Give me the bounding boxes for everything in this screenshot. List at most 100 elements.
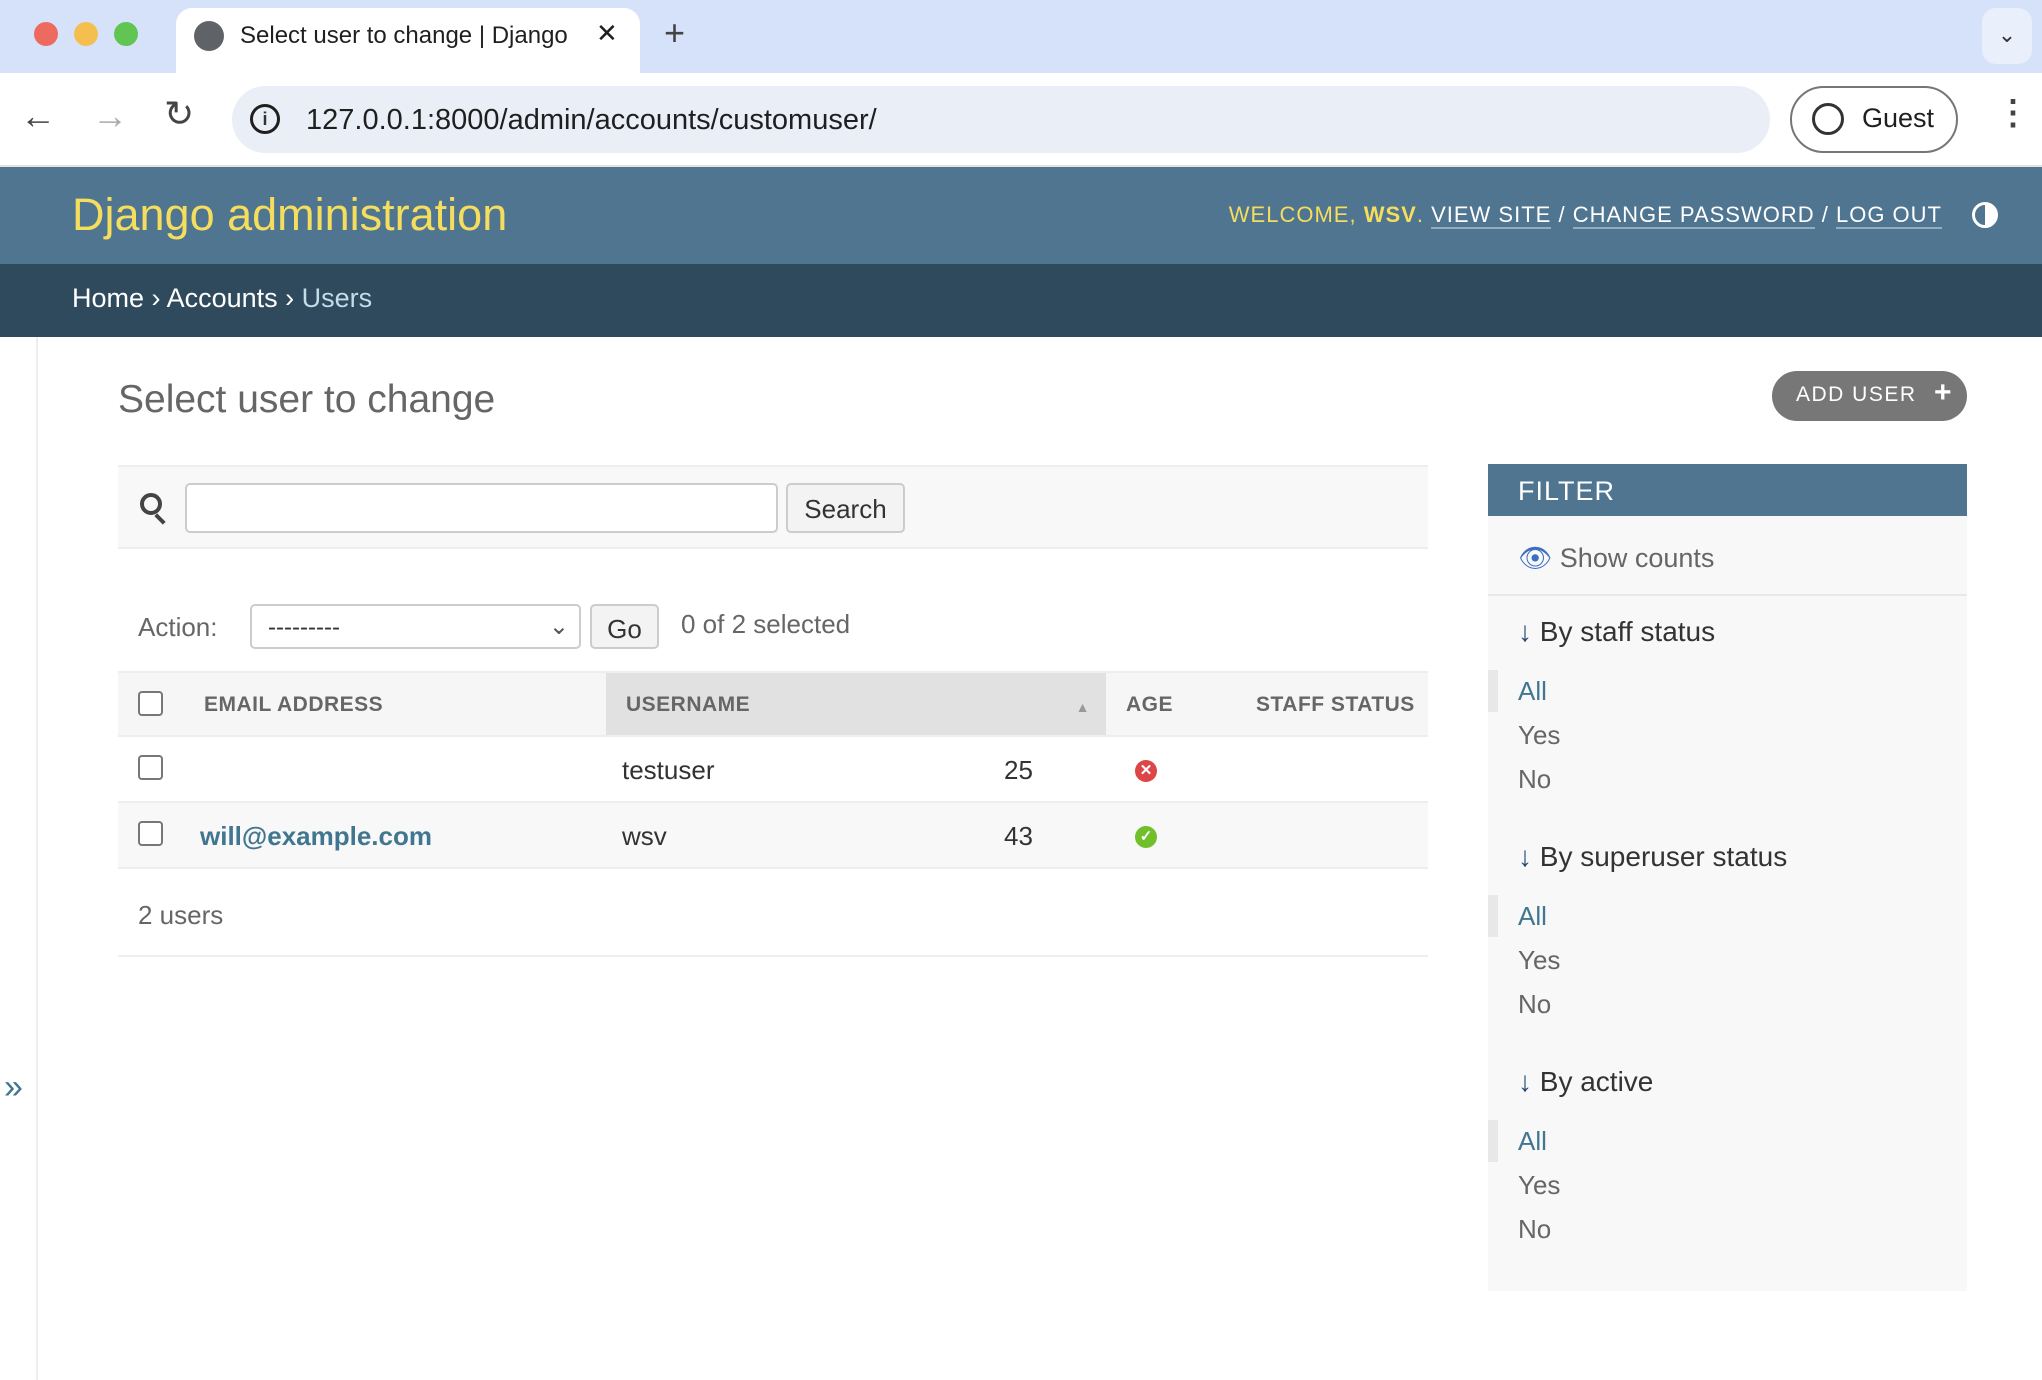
breadcrumb-accounts[interactable]: Accounts: [167, 283, 278, 313]
filter-heading-staff: ↓ By staff status: [1518, 616, 1715, 648]
new-tab-button[interactable]: +: [664, 12, 685, 54]
filter-active-yes[interactable]: Yes: [1518, 1170, 1560, 1201]
breadcrumb-separator: ›: [285, 283, 295, 313]
action-select[interactable]: --------- ⌄: [250, 604, 581, 649]
site-info-icon[interactable]: i: [250, 104, 280, 134]
site-header: Django administration WELCOME, WSV. VIEW…: [0, 167, 2042, 264]
minimize-window-button[interactable]: [74, 22, 98, 46]
filter-staff-yes[interactable]: Yes: [1518, 720, 1560, 751]
back-arrow-icon[interactable]: ←: [20, 95, 56, 137]
filter-superuser-all[interactable]: All: [1518, 901, 1547, 932]
divider: [1488, 594, 1967, 596]
maximize-window-button[interactable]: [114, 22, 138, 46]
view-site-link[interactable]: VIEW SITE: [1431, 202, 1552, 229]
log-out-link[interactable]: LOG OUT: [1835, 202, 1942, 229]
search-button[interactable]: Search: [786, 483, 905, 533]
divider: [118, 955, 1428, 957]
yes-status-icon: ✓: [1135, 826, 1157, 848]
reload-icon[interactable]: ↻: [164, 93, 194, 135]
age-cell: 25: [1004, 755, 1033, 785]
email-link[interactable]: will@example.com: [200, 821, 432, 852]
site-brand[interactable]: Django administration: [72, 189, 507, 241]
action-label: Action:: [138, 612, 218, 642]
header-label: EMAIL ADDRESS: [204, 693, 384, 716]
column-header-username[interactable]: USERNAME ▲: [606, 671, 1106, 737]
go-button[interactable]: Go: [590, 604, 659, 649]
header-label: AGE: [1126, 693, 1174, 716]
filter-staff-all[interactable]: All: [1518, 676, 1547, 707]
table-row: testuser 25 ✕: [118, 737, 1428, 803]
breadcrumb-current: Users: [301, 283, 373, 313]
profile-label: Guest: [1862, 103, 1935, 133]
close-tab-icon[interactable]: ✕: [596, 18, 618, 49]
add-user-label: ADD USER: [1796, 383, 1917, 406]
forward-arrow-icon[interactable]: →: [92, 95, 128, 137]
selected-indicator: [1488, 1120, 1498, 1162]
selected-indicator: [1488, 670, 1498, 712]
selection-counter: 0 of 2 selected: [681, 609, 851, 639]
filter-title: FILTER: [1488, 464, 1967, 516]
filter-sidebar: FILTER 👁 Show counts ↓ By staff status A…: [1488, 464, 1967, 1291]
username-cell: testuser: [622, 755, 715, 785]
filter-heading-label: By active: [1539, 1066, 1654, 1097]
browser-tab[interactable]: Select user to change | Django site admi…: [176, 8, 640, 74]
filter-heading-active: ↓ By active: [1518, 1066, 1653, 1098]
header-label: STAFF STATUS: [1256, 693, 1415, 716]
column-header-staff-status[interactable]: STAFF STATUS: [1236, 671, 1428, 737]
filter-superuser-no[interactable]: No: [1518, 989, 1551, 1020]
plus-icon: +: [1933, 376, 1953, 409]
user-tools: WELCOME, WSV. VIEW SITE / CHANGE PASSWOR…: [1228, 202, 1942, 229]
no-status-icon: ✕: [1135, 760, 1157, 782]
tab-search-chevron-icon[interactable]: ⌄: [1982, 8, 2032, 64]
sort-ascending-icon[interactable]: ▲: [1076, 699, 1090, 715]
search-toolbar: Search: [118, 465, 1428, 549]
select-all-checkbox[interactable]: [138, 691, 163, 716]
theme-toggle-icon[interactable]: [1972, 202, 1998, 228]
show-counts-link[interactable]: 👁 Show counts: [1518, 542, 1714, 574]
profile-button[interactable]: Guest: [1790, 86, 1958, 153]
page-title: Select user to change: [118, 378, 496, 421]
column-header-email[interactable]: EMAIL ADDRESS: [118, 671, 606, 737]
result-count: 2 users: [138, 900, 224, 930]
arrow-down-icon: ↓: [1518, 616, 1532, 647]
search-icon: [140, 493, 162, 515]
change-password-link[interactable]: CHANGE PASSWORD: [1572, 202, 1815, 229]
filter-staff-no[interactable]: No: [1518, 764, 1551, 795]
arrow-down-icon: ↓: [1518, 1066, 1532, 1097]
filter-heading-label: By staff status: [1539, 616, 1716, 647]
welcome-text: WELCOME,: [1228, 202, 1357, 227]
show-counts-label: Show counts: [1559, 543, 1715, 573]
breadcrumb-separator: ›: [151, 283, 161, 313]
browser-tab-strip: Select user to change | Django site admi…: [0, 0, 2042, 74]
age-cell: 43: [1004, 821, 1033, 851]
action-selected-option: ---------: [268, 614, 340, 641]
selected-indicator: [1488, 895, 1498, 937]
arrow-down-icon: ↓: [1518, 841, 1532, 872]
search-input[interactable]: [185, 483, 778, 533]
row-checkbox[interactable]: [138, 755, 163, 780]
eye-icon: 👁: [1518, 543, 1553, 573]
search-icon-handle: [154, 513, 166, 525]
filter-active-all[interactable]: All: [1518, 1126, 1547, 1157]
close-window-button[interactable]: [34, 22, 58, 46]
username-cell: wsv: [622, 821, 667, 851]
nav-sidebar-border: [36, 337, 38, 1380]
breadcrumb-home[interactable]: Home: [72, 283, 144, 313]
table-row: will@example.com wsv 43 ✓: [118, 803, 1428, 869]
row-checkbox[interactable]: [138, 821, 163, 846]
filter-heading-label: By superuser status: [1539, 841, 1788, 872]
tab-title: Select user to change | Django site admi…: [240, 22, 570, 49]
profile-icon: [1812, 103, 1844, 135]
filter-heading-superuser: ↓ By superuser status: [1518, 841, 1787, 873]
address-bar[interactable]: i 127.0.0.1:8000/admin/accounts/customus…: [232, 86, 1770, 153]
toggle-nav-sidebar-button[interactable]: »: [4, 1068, 23, 1107]
url-text: 127.0.0.1:8000/admin/accounts/customuser…: [306, 104, 877, 136]
username: WSV: [1363, 202, 1417, 227]
filter-superuser-yes[interactable]: Yes: [1518, 945, 1560, 976]
add-user-button[interactable]: ADD USER +: [1772, 371, 1967, 421]
browser-menu-icon[interactable]: ⋮: [1996, 93, 2030, 133]
column-header-age[interactable]: AGE: [1106, 671, 1236, 737]
breadcrumb: Home › Accounts › Users: [0, 264, 2042, 337]
chevron-down-icon: ⌄: [548, 613, 569, 640]
filter-active-no[interactable]: No: [1518, 1214, 1551, 1245]
